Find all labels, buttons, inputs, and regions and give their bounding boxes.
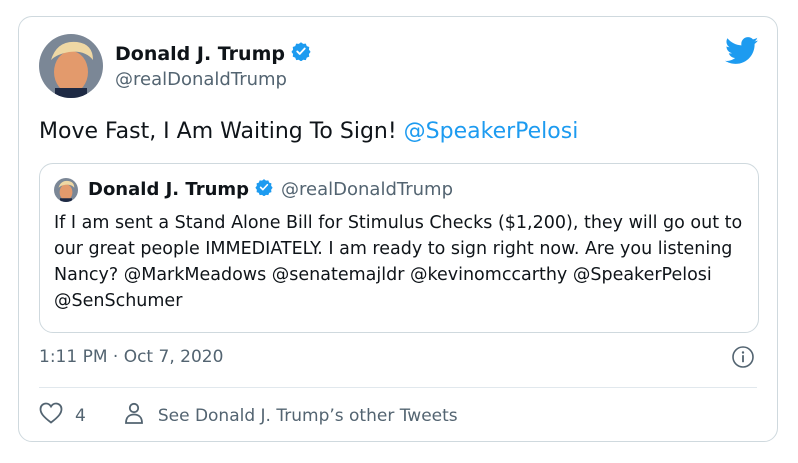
twitter-bird-icon[interactable] <box>725 37 759 69</box>
quoted-author-name[interactable]: Donald J. Trump <box>88 179 249 200</box>
verified-badge-icon <box>291 41 311 66</box>
see-other-tweets-link[interactable]: See Donald J. Trump’s other Tweets <box>158 406 458 426</box>
author-handle[interactable]: @realDonaldTrump <box>115 69 287 90</box>
author-name-row[interactable]: Donald J. Trump <box>115 41 311 66</box>
tweet-card: Donald J. Trump @realDonaldTrump Move Fa… <box>18 16 778 442</box>
divider <box>39 387 757 388</box>
person-icon <box>124 402 144 429</box>
heart-icon[interactable] <box>39 402 63 429</box>
author-avatar[interactable] <box>39 34 103 98</box>
quoted-header: Donald J. Trump @realDonaldTrump <box>88 178 453 200</box>
author-name[interactable]: Donald J. Trump <box>115 43 285 65</box>
tweet-text-main: Move Fast, I Am Waiting To Sign! <box>39 119 404 144</box>
quoted-author-handle[interactable]: @realDonaldTrump <box>281 179 453 200</box>
like-count: 4 <box>75 405 86 426</box>
actions-bar: 4 See Donald J. Trump’s other Tweets <box>39 402 458 429</box>
quoted-text: If I am sent a Stand Alone Bill for Stim… <box>54 213 743 311</box>
quoted-tweet[interactable]: Donald J. Trump @realDonaldTrump If I am… <box>39 163 759 333</box>
mention-link[interactable]: @SpeakerPelosi <box>404 119 579 144</box>
verified-badge-icon <box>255 178 273 200</box>
tweet-timestamp[interactable]: 1:11 PM · Oct 7, 2020 <box>39 347 223 367</box>
quoted-author-avatar[interactable] <box>54 178 78 202</box>
tweet-text: Move Fast, I Am Waiting To Sign! @Speake… <box>39 119 578 144</box>
info-icon[interactable] <box>731 345 755 373</box>
